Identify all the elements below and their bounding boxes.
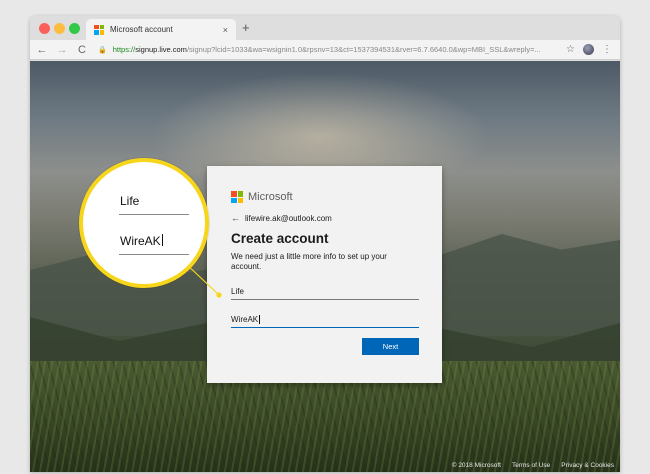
tab-title: Microsoft account [110,25,173,34]
next-button[interactable]: Next [362,338,419,355]
url-scheme: https:// [112,45,136,54]
lock-icon: 🔒 [98,46,107,54]
first-name-value: Life [231,287,244,296]
profile-avatar[interactable] [583,44,594,55]
url-host: signup.live.com [135,45,187,54]
back-button[interactable]: ← [34,44,50,56]
zoom-text-caret [161,234,163,246]
identity-back-link[interactable]: ← lifewire.ak@outlook.com [231,213,419,223]
back-arrow-icon: ← [231,213,240,223]
maximize-window-button[interactable] [69,23,80,34]
microsoft-logo-icon [94,24,104,35]
close-tab-icon[interactable]: × [223,25,228,35]
tab-strip: Microsoft account × + [30,16,620,40]
last-name-input[interactable]: WireAK [231,310,419,328]
close-window-button[interactable] [39,23,50,34]
zoom-callout: Life WireAK [79,158,209,288]
new-tab-button[interactable]: + [242,20,250,35]
zoom-last-name-underline [119,254,189,255]
microsoft-logo-icon [231,191,243,203]
tab-microsoft-account[interactable]: Microsoft account × [86,19,236,40]
zoom-last-name: WireAK [120,234,163,248]
browser-menu-icon[interactable]: ⋮ [602,44,612,55]
forward-button[interactable]: → [54,44,70,56]
terms-of-use-link[interactable]: Terms of Use [512,462,550,469]
create-account-card: Microsoft ← lifewire.ak@outlook.com Crea… [207,166,442,383]
brand-name: Microsoft [248,191,293,203]
minimize-window-button[interactable] [54,23,65,34]
text-caret [259,315,261,324]
last-name-value: WireAK [231,315,259,324]
description-text: We need just a little more info to set u… [231,252,387,271]
url-path: /signup?lcid=1033&wa=wsignin1.0&rpsnv=13… [186,45,541,54]
bookmark-star-icon[interactable]: ☆ [566,44,575,55]
microsoft-brand: Microsoft [231,190,419,204]
first-name-input[interactable]: Life [231,282,419,300]
zoom-first-name: Life [120,194,140,208]
zoom-first-name-underline [119,214,189,215]
page-footer: © 2018 Microsoft Terms of Use Privacy & … [452,462,614,469]
page-title: Create account [231,231,329,246]
identity-email: lifewire.ak@outlook.com [245,213,332,223]
reload-button[interactable]: C [74,44,90,56]
privacy-cookies-link[interactable]: Privacy & Cookies [561,462,614,469]
copyright-text: © 2018 Microsoft [451,462,501,469]
zoom-last-name-value: WireAK [120,234,161,248]
browser-toolbar: ← → C 🔒 https://signup.live.com/signup?l… [30,40,620,60]
address-bar[interactable]: 🔒 https://signup.live.com/signup?lcid=10… [98,42,552,58]
